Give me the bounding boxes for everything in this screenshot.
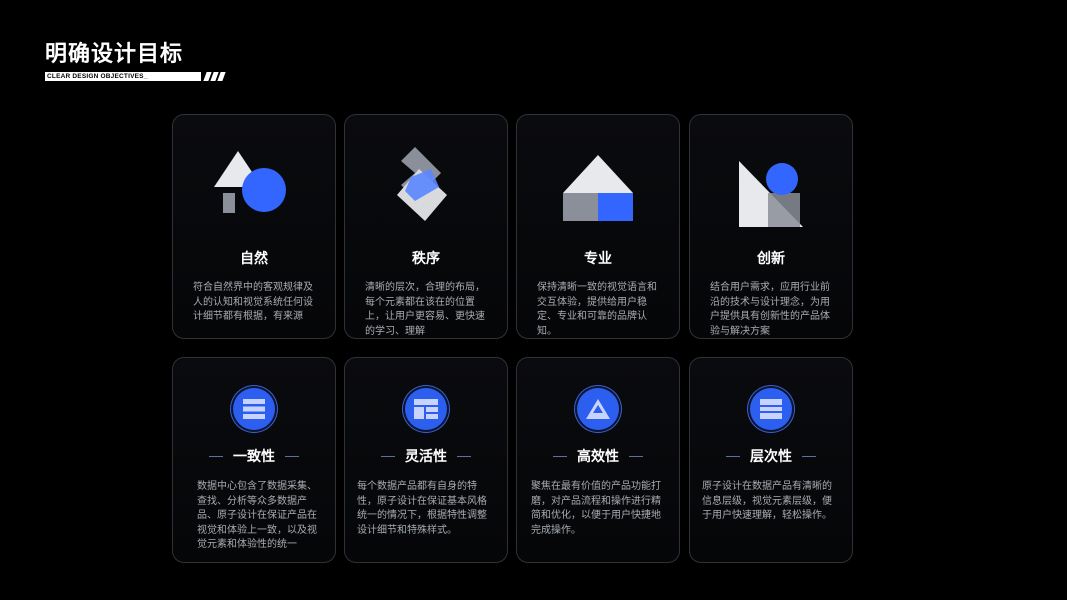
order-shapes-icon (397, 147, 447, 221)
badge (750, 388, 792, 430)
card-description: 保持清晰一致的视觉语言和交互体验，提供给用户稳定、专业和可靠的品牌认知。 (537, 282, 657, 337)
card-title-row: 高效性 (517, 446, 679, 466)
decorative-slash-3 (217, 72, 226, 81)
card-description: 结合用户需求，应用行业前沿的技术与设计理念，为用户提供具有创新性的产品体验与解决… (710, 282, 830, 337)
triangle-stack-icon (586, 399, 610, 419)
badge (405, 388, 447, 430)
list-lines-icon (243, 399, 265, 419)
card-flexibility: 灵活性 每个数据产品都有自身的特性，原子设计在保证基本风格统一的情况下，根据特性… (344, 357, 508, 563)
card-nature: 自然 符合自然界中的客观规律及人的认知和视觉系统任何设计细节都有根据，有来源 (172, 114, 336, 339)
badge (577, 388, 619, 430)
dash-right (457, 455, 471, 457)
card-description: 每个数据产品都有自身的特性，原子设计在保证基本风格统一的情况下，根据特性调整设计… (357, 481, 487, 536)
badge (233, 388, 275, 430)
dash-right (629, 455, 643, 457)
layout-blocks-icon (414, 399, 438, 419)
card-title: 创新 (757, 251, 785, 267)
card-description: 清晰的层次，合理的布局，每个元素都在该在的位置上，让用户更容易、更快速的学习、理… (365, 282, 485, 337)
dash-left (553, 455, 567, 457)
card-description: 聚焦在最有价值的产品功能打磨，对产品流程和操作进行精简和优化，以便于用户快捷地完… (531, 481, 661, 536)
page-subtitle: CLEAR DESIGN OBJECTIVES_ (45, 72, 201, 81)
card-title-row: 灵活性 (345, 446, 507, 466)
card-description: 数据中心包含了数据采集、查找、分析等众多数据产品、原子设计在保证产品在视觉和体验… (197, 481, 317, 550)
dash-right (802, 455, 816, 457)
card-professional: 专业 保持清晰一致的视觉语言和交互体验，提供给用户稳定、专业和可靠的品牌认知。 (516, 114, 680, 339)
card-innovation: 创新 结合用户需求，应用行业前沿的技术与设计理念，为用户提供具有创新性的产品体验… (689, 114, 853, 339)
card-title: 专业 (584, 251, 612, 267)
layered-bars-icon (760, 399, 782, 419)
card-description: 原子设计在数据产品有清晰的信息层级，视觉元素层级，便于用户快速理解，轻松操作。 (702, 481, 832, 521)
dash-right (285, 455, 299, 457)
dash-left (726, 455, 740, 457)
dash-left (209, 455, 223, 457)
card-title-row: 层次性 (690, 446, 852, 466)
card-title: 层次性 (750, 449, 792, 465)
card-title: 自然 (240, 251, 268, 267)
professional-house-icon (563, 155, 633, 221)
card-hierarchy: 层次性 原子设计在数据产品有清晰的信息层级，视觉元素层级，便于用户快速理解，轻松… (689, 357, 853, 563)
card-description: 符合自然界中的客观规律及人的认知和视觉系统任何设计细节都有根据，有来源 (193, 282, 313, 322)
card-title: 灵活性 (405, 449, 447, 465)
card-title-row: 一致性 (173, 446, 335, 466)
card-title: 秩序 (412, 251, 440, 267)
dash-left (381, 455, 395, 457)
card-title: 高效性 (577, 449, 619, 465)
card-efficiency: 高效性 聚焦在最有价值的产品功能打磨，对产品流程和操作进行精简和优化，以便于用户… (516, 357, 680, 563)
card-order: 秩序 清晰的层次，合理的布局，每个元素都在该在的位置上，让用户更容易、更快速的学… (344, 114, 508, 339)
innovation-shapes-icon (739, 161, 803, 227)
nature-shapes-icon (214, 151, 286, 213)
card-title: 一致性 (233, 449, 275, 465)
page-title: 明确设计目标 (45, 42, 184, 67)
card-consistency: 一致性 数据中心包含了数据采集、查找、分析等众多数据产品、原子设计在保证产品在视… (172, 357, 336, 563)
